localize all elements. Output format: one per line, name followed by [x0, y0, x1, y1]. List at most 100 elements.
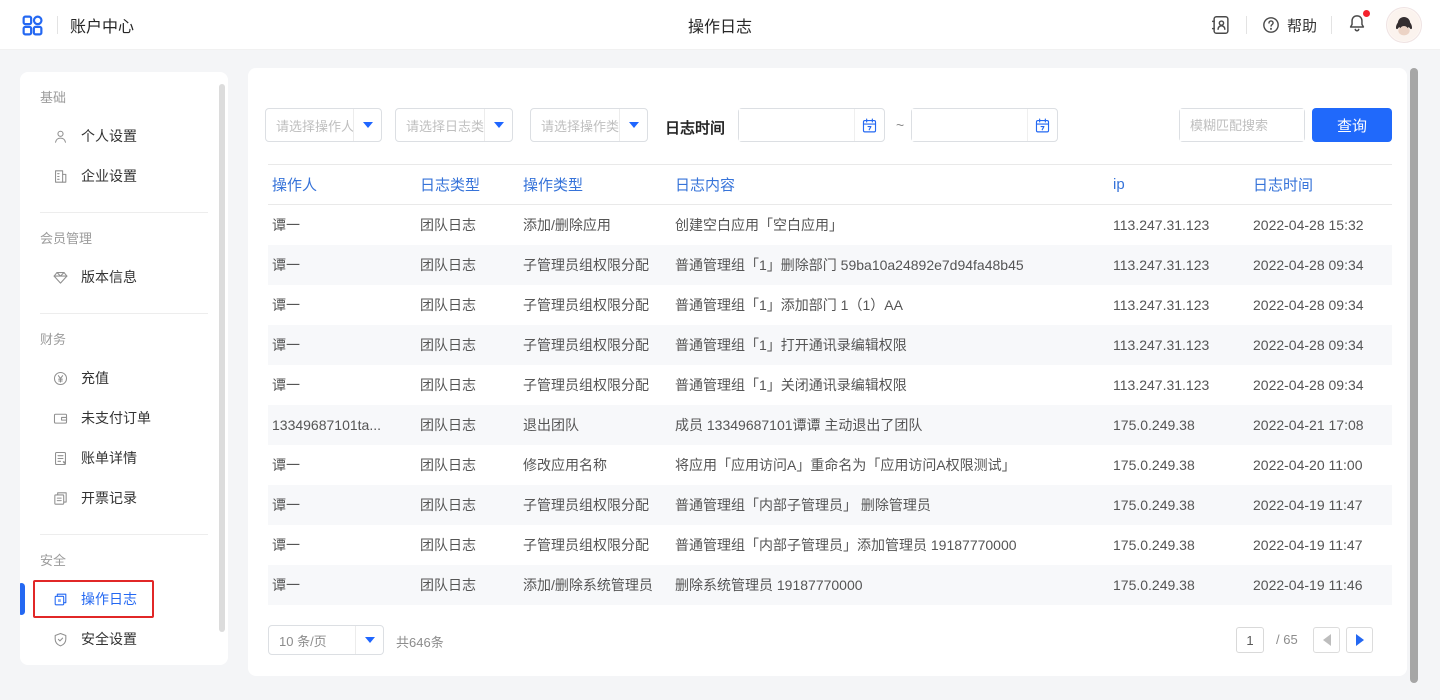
table-cell: 2022-04-28 09:34	[1249, 245, 1392, 285]
help-link[interactable]: 帮助	[1261, 15, 1317, 36]
table-cell: 退出团队	[519, 405, 671, 445]
table-cell: 删除系统管理员 19187770000	[671, 565, 1109, 605]
query-button[interactable]: 查询	[1312, 108, 1392, 142]
avatar[interactable]	[1386, 7, 1422, 43]
apps-grid-icon[interactable]	[20, 13, 45, 38]
sidebar-item-label: 充值	[81, 368, 109, 388]
table-row: 谭一团队日志子管理员组权限分配普通管理组「1」打开通讯录编辑权限113.247.…	[268, 325, 1392, 365]
chevron-down-icon	[619, 109, 647, 141]
bill-icon	[52, 450, 69, 467]
sidebar-scrollbar[interactable]	[219, 84, 225, 632]
date-to-input[interactable]	[912, 109, 1027, 141]
prev-page-button[interactable]	[1313, 627, 1340, 653]
column-header: 操作类型	[519, 165, 671, 205]
table-cell: 113.247.31.123	[1109, 325, 1249, 365]
table-cell: 2022-04-28 09:34	[1249, 285, 1392, 325]
next-page-button[interactable]	[1346, 627, 1373, 653]
operator-select[interactable]: 请选择操作人	[265, 108, 382, 142]
table-cell: 2022-04-19 11:47	[1249, 485, 1392, 525]
app-title: 账户中心	[70, 13, 134, 37]
chevron-down-icon	[484, 109, 512, 141]
action-type-select-placeholder: 请选择操作类型	[531, 116, 619, 135]
pagination-bar: 10 条/页 共646条 1 / 65	[268, 625, 1392, 655]
divider	[1246, 16, 1247, 34]
date-range-separator: ~	[896, 117, 904, 133]
sidebar-item-label: 开票记录	[81, 488, 137, 508]
sidebar-section-title: 会员管理	[40, 229, 228, 249]
table-row: 13349687101ta...团队日志退出团队成员 13349687101谭谭…	[268, 405, 1392, 445]
notification-badge	[1363, 10, 1370, 17]
contact-book-icon[interactable]	[1210, 14, 1232, 36]
column-header: 日志内容	[671, 165, 1109, 205]
active-indicator	[20, 583, 25, 615]
table-cell: 子管理员组权限分配	[519, 485, 671, 525]
table-cell: 2022-04-20 11:00	[1249, 445, 1392, 485]
sidebar-item-label: 未支付订单	[81, 408, 151, 428]
order-icon	[52, 410, 69, 427]
help-icon	[1261, 15, 1281, 35]
table-cell: 团队日志	[416, 525, 519, 565]
page-scrollbar[interactable]	[1410, 68, 1418, 683]
table-cell: 谭一	[268, 205, 416, 245]
sidebar-item-partially-visible[interactable]	[20, 659, 228, 665]
divider	[1331, 16, 1332, 34]
sidebar-item-building[interactable]: 企业设置	[20, 156, 228, 196]
log-type-select[interactable]: 请选择日志类型	[395, 108, 513, 142]
action-type-select[interactable]: 请选择操作类型	[530, 108, 648, 142]
table-cell: 13349687101ta...	[268, 405, 416, 445]
calendar-icon[interactable]	[854, 109, 884, 141]
notification-bell-icon[interactable]	[1346, 12, 1368, 39]
sidebar-section-title: 基础	[40, 88, 228, 108]
current-page-input[interactable]: 1	[1236, 627, 1264, 653]
sidebar-item-label: 账单详情	[81, 448, 137, 468]
search-input[interactable]	[1180, 109, 1304, 141]
page-size-select[interactable]: 10 条/页	[268, 625, 384, 655]
sidebar-item-log[interactable]: 操作日志	[20, 579, 228, 619]
table-cell: 2022-04-21 17:08	[1249, 405, 1392, 445]
table-cell: 普通管理组「内部子管理员」 删除管理员	[671, 485, 1109, 525]
table-cell: 2022-04-28 09:34	[1249, 365, 1392, 405]
calendar-icon[interactable]	[1027, 109, 1057, 141]
sidebar-item-bill[interactable]: 账单详情	[20, 438, 228, 478]
table-cell: 子管理员组权限分配	[519, 365, 671, 405]
column-header: 日志类型	[416, 165, 519, 205]
table-cell: 普通管理组「1」关闭通讯录编辑权限	[671, 365, 1109, 405]
table-cell: 创建空白应用「空白应用」	[671, 205, 1109, 245]
table-cell: 谭一	[268, 445, 416, 485]
table-cell: 子管理员组权限分配	[519, 285, 671, 325]
table-cell: 2022-04-19 11:47	[1249, 525, 1392, 565]
table-cell: 团队日志	[416, 485, 519, 525]
chevron-down-icon	[353, 109, 381, 141]
sidebar-item-invoice[interactable]: 开票记录	[20, 478, 228, 518]
sidebar-item-recharge[interactable]: 充值	[20, 358, 228, 398]
date-to-field	[911, 108, 1058, 142]
table-cell: 团队日志	[416, 285, 519, 325]
table-cell: 113.247.31.123	[1109, 245, 1249, 285]
sidebar-item-gem[interactable]: 版本信息	[20, 257, 228, 297]
table-cell: 团队日志	[416, 445, 519, 485]
table-row: 谭一团队日志子管理员组权限分配普通管理组「1」关闭通讯录编辑权限113.247.…	[268, 365, 1392, 405]
table-row: 谭一团队日志修改应用名称将应用「应用访问A」重命名为「应用访问A权限测试」175…	[268, 445, 1392, 485]
table-cell: 普通管理组「内部子管理员」添加管理员 19187770000	[671, 525, 1109, 565]
table-row: 谭一团队日志子管理员组权限分配普通管理组「1」添加部门 1（1）AA113.24…	[268, 285, 1392, 325]
sidebar-divider	[40, 534, 208, 535]
sidebar-item-order[interactable]: 未支付订单	[20, 398, 228, 438]
table-cell: 谭一	[268, 485, 416, 525]
sidebar-section-title: 安全	[40, 551, 228, 571]
help-label: 帮助	[1287, 15, 1317, 36]
screen: 账户中心 操作日志 帮助	[0, 0, 1440, 700]
date-from-input[interactable]	[739, 109, 854, 141]
column-header: 日志时间	[1249, 165, 1392, 205]
sidebar-item-label: 安全设置	[81, 629, 137, 649]
table-cell: 175.0.249.38	[1109, 445, 1249, 485]
sidebar-item-user[interactable]: 个人设置	[20, 116, 228, 156]
table-cell: 子管理员组权限分配	[519, 325, 671, 365]
sidebar-divider	[40, 313, 208, 314]
table-cell: 成员 13349687101谭谭 主动退出了团队	[671, 405, 1109, 445]
top-header: 账户中心 操作日志 帮助	[0, 0, 1440, 50]
table-cell: 谭一	[268, 245, 416, 285]
sidebar-item-shield[interactable]: 安全设置	[20, 619, 228, 659]
table-cell: 添加/删除系统管理员	[519, 565, 671, 605]
table-header-row: 操作人日志类型操作类型日志内容ip日志时间	[268, 165, 1392, 205]
table-cell: 谭一	[268, 525, 416, 565]
